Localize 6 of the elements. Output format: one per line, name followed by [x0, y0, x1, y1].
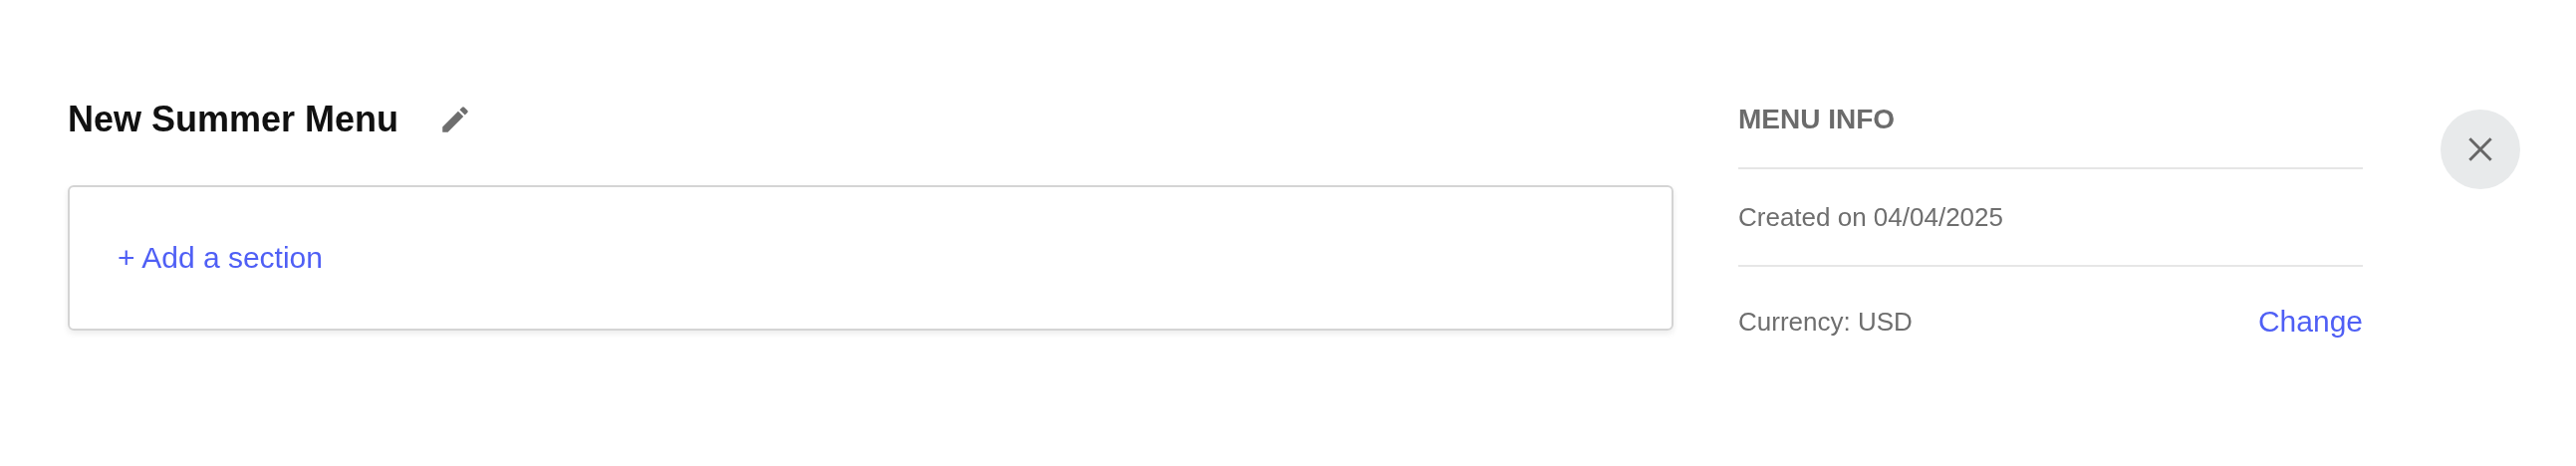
add-section-link[interactable]: + Add a section	[118, 241, 323, 275]
currency-label: Currency: USD	[1738, 306, 1913, 338]
section-heading: MENU INFO	[1738, 103, 1897, 136]
menu-title: New Summer Menu	[68, 99, 399, 140]
change-link[interactable]: Change	[2257, 305, 2363, 339]
created-date: Created on 04/04/2025	[1738, 201, 2003, 233]
